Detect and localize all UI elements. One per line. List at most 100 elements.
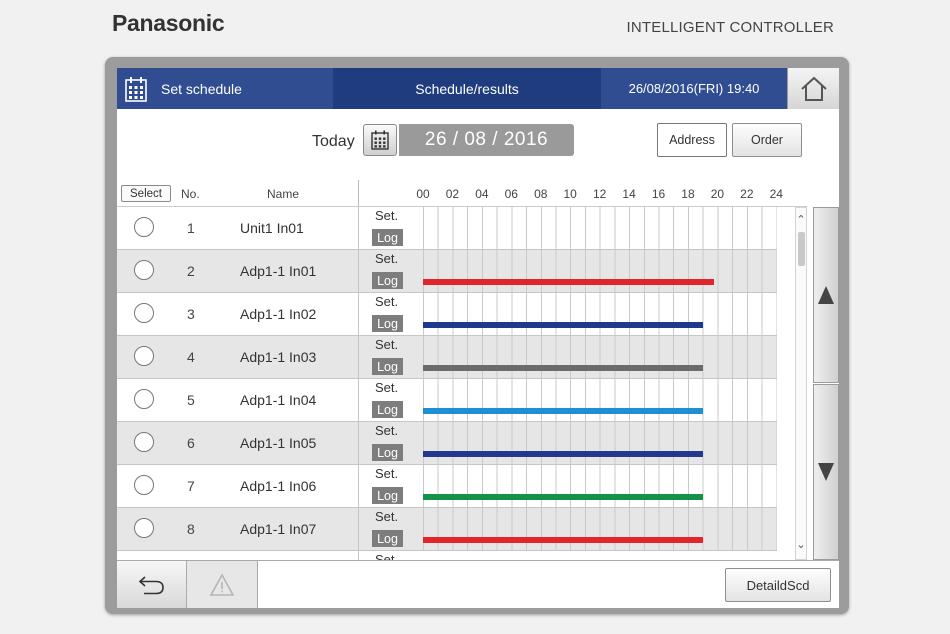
- warning-button[interactable]: [187, 561, 258, 608]
- triangle-down-icon: [818, 463, 834, 481]
- log-button[interactable]: Log: [372, 272, 403, 289]
- log-button[interactable]: Log: [372, 315, 403, 332]
- row-name: Adp1-1 In01: [240, 263, 317, 279]
- row-name: Unit1 In01: [240, 220, 304, 236]
- hour-tick-label: 12: [592, 187, 607, 201]
- row-select-radio[interactable]: [134, 217, 154, 237]
- log-button[interactable]: Log: [372, 530, 403, 547]
- timeline-grid: [423, 465, 777, 507]
- row-select-radio[interactable]: [134, 260, 154, 280]
- row-select-radio[interactable]: [134, 389, 154, 409]
- scrollbar-thumb[interactable]: [798, 232, 805, 266]
- row-name: Adp1-1 In06: [240, 478, 317, 494]
- hour-tick-label: 24: [769, 187, 783, 201]
- column-no: No.: [181, 187, 200, 201]
- row-name: Adp1-1 In04: [240, 392, 317, 408]
- row-select-radio[interactable]: [134, 475, 154, 495]
- row-divider: [358, 207, 359, 250]
- brand-subtitle: INTELLIGENT CONTROLLER: [626, 19, 834, 36]
- row-number: 3: [187, 306, 195, 322]
- schedule-bar: [423, 408, 703, 414]
- date-display[interactable]: 26 / 08 / 2016: [399, 124, 574, 156]
- hour-tick-label: 18: [681, 187, 695, 201]
- schedule-bar: [423, 365, 703, 371]
- timeline-grid: [423, 207, 777, 249]
- row-number: 4: [187, 349, 195, 365]
- sort-address-button[interactable]: Address: [657, 123, 727, 157]
- today-label: Today: [312, 133, 355, 150]
- back-button[interactable]: [117, 561, 187, 608]
- table-row[interactable]: 2 Adp1-1 In01 Set. Log: [117, 250, 777, 293]
- row-number: 7: [187, 478, 195, 494]
- page-up-button[interactable]: [813, 207, 839, 383]
- timeline-grid: [423, 379, 777, 421]
- log-button[interactable]: Log: [372, 401, 403, 418]
- hour-tick-label: 08: [534, 187, 548, 201]
- hour-tick-label: 10: [563, 187, 577, 201]
- chevron-up-icon[interactable]: ⌃: [795, 213, 807, 226]
- timeline-grid: [423, 293, 777, 335]
- hour-tick-label: 00: [416, 187, 430, 201]
- tab-schedule-results[interactable]: Schedule/results: [333, 68, 601, 109]
- row-number: 8: [187, 521, 195, 537]
- column-name: Name: [267, 187, 300, 201]
- brand-logo: Panasonic: [112, 10, 225, 36]
- hour-tick-label: 14: [622, 187, 636, 201]
- schedule-bar: [423, 322, 703, 328]
- table-header: Select No. Name 00 02 04 06 08 10 12 14 16 18 20 22…: [117, 180, 839, 207]
- detail-schedule-button[interactable]: DetaildScd: [725, 568, 831, 602]
- footer-bar: DetaildScd: [117, 560, 839, 608]
- row-select-radio[interactable]: [134, 303, 154, 323]
- hour-tick-label: 02: [445, 187, 460, 201]
- row-divider: [358, 465, 359, 508]
- set-schedule-button[interactable]: Set schedule: [117, 68, 333, 109]
- datetime-display: 26/08/2016(FRI) 19:40: [601, 68, 787, 109]
- log-button[interactable]: Log: [372, 358, 403, 375]
- sort-order-button[interactable]: Order: [732, 123, 802, 157]
- page-down-button[interactable]: [813, 384, 839, 560]
- log-button[interactable]: Log: [372, 229, 403, 246]
- calendar-icon: [125, 76, 147, 102]
- set-label: Set.: [375, 251, 399, 266]
- hour-tick-label: 06: [504, 187, 518, 201]
- scroll-area: ⌃ ⌄: [777, 207, 839, 560]
- row-divider: [358, 250, 359, 293]
- table-row[interactable]: 6 Adp1-1 In05 Set. Log: [117, 422, 777, 465]
- triangle-up-icon: [818, 286, 834, 304]
- timeline-grid: [423, 336, 777, 378]
- row-divider: [358, 551, 359, 560]
- schedule-bar: [423, 279, 715, 285]
- schedule-list: 1 Unit1 In01 Set. Log 2 Adp1-1 In01 Set. Log 3 Ad…: [117, 207, 777, 560]
- set-schedule-label: Set schedule: [161, 80, 242, 97]
- chevron-down-icon[interactable]: ⌄: [795, 538, 807, 551]
- row-number: 1: [187, 220, 195, 236]
- datetime-text: 26/08/2016(FRI) 19:40: [628, 81, 760, 96]
- table-row[interactable]: 1 Unit1 In01 Set. Log: [117, 207, 777, 250]
- row-select-radio[interactable]: [134, 518, 154, 538]
- hour-tick-label: 04: [475, 187, 489, 201]
- select-button[interactable]: Select: [121, 185, 171, 202]
- hour-tick-label: 16: [651, 187, 666, 201]
- home-button[interactable]: [787, 68, 839, 109]
- row-number: 6: [187, 435, 195, 451]
- row-number: 2: [187, 263, 195, 279]
- hour-tick-label: 20: [710, 187, 725, 201]
- table-row[interactable]: 5 Adp1-1 In04 Set. Log: [117, 379, 777, 422]
- warning-icon: [209, 573, 235, 596]
- table-row[interactable]: 3 Adp1-1 In02 Set. Log: [117, 293, 777, 336]
- header-bar: Set schedule Schedule/results 26/08/2016…: [117, 68, 839, 109]
- row-select-radio[interactable]: [134, 346, 154, 366]
- today-calendar-button[interactable]: [363, 124, 397, 156]
- set-label: Set.: [375, 380, 399, 395]
- home-icon: [801, 76, 827, 101]
- log-button[interactable]: Log: [372, 487, 403, 504]
- row-select-radio[interactable]: [134, 432, 154, 452]
- row-divider: [358, 293, 359, 336]
- row-name: Adp1-1 In05: [240, 435, 317, 451]
- table-row[interactable]: 4 Adp1-1 In03 Set. Log: [117, 336, 777, 379]
- timeline-grid: [423, 422, 777, 464]
- log-button[interactable]: Log: [372, 444, 403, 461]
- table-row[interactable]: 8 Adp1-1 In07 Set. Log: [117, 508, 777, 551]
- set-label: Set.: [375, 294, 399, 309]
- table-row[interactable]: 7 Adp1-1 In06 Set. Log: [117, 465, 777, 508]
